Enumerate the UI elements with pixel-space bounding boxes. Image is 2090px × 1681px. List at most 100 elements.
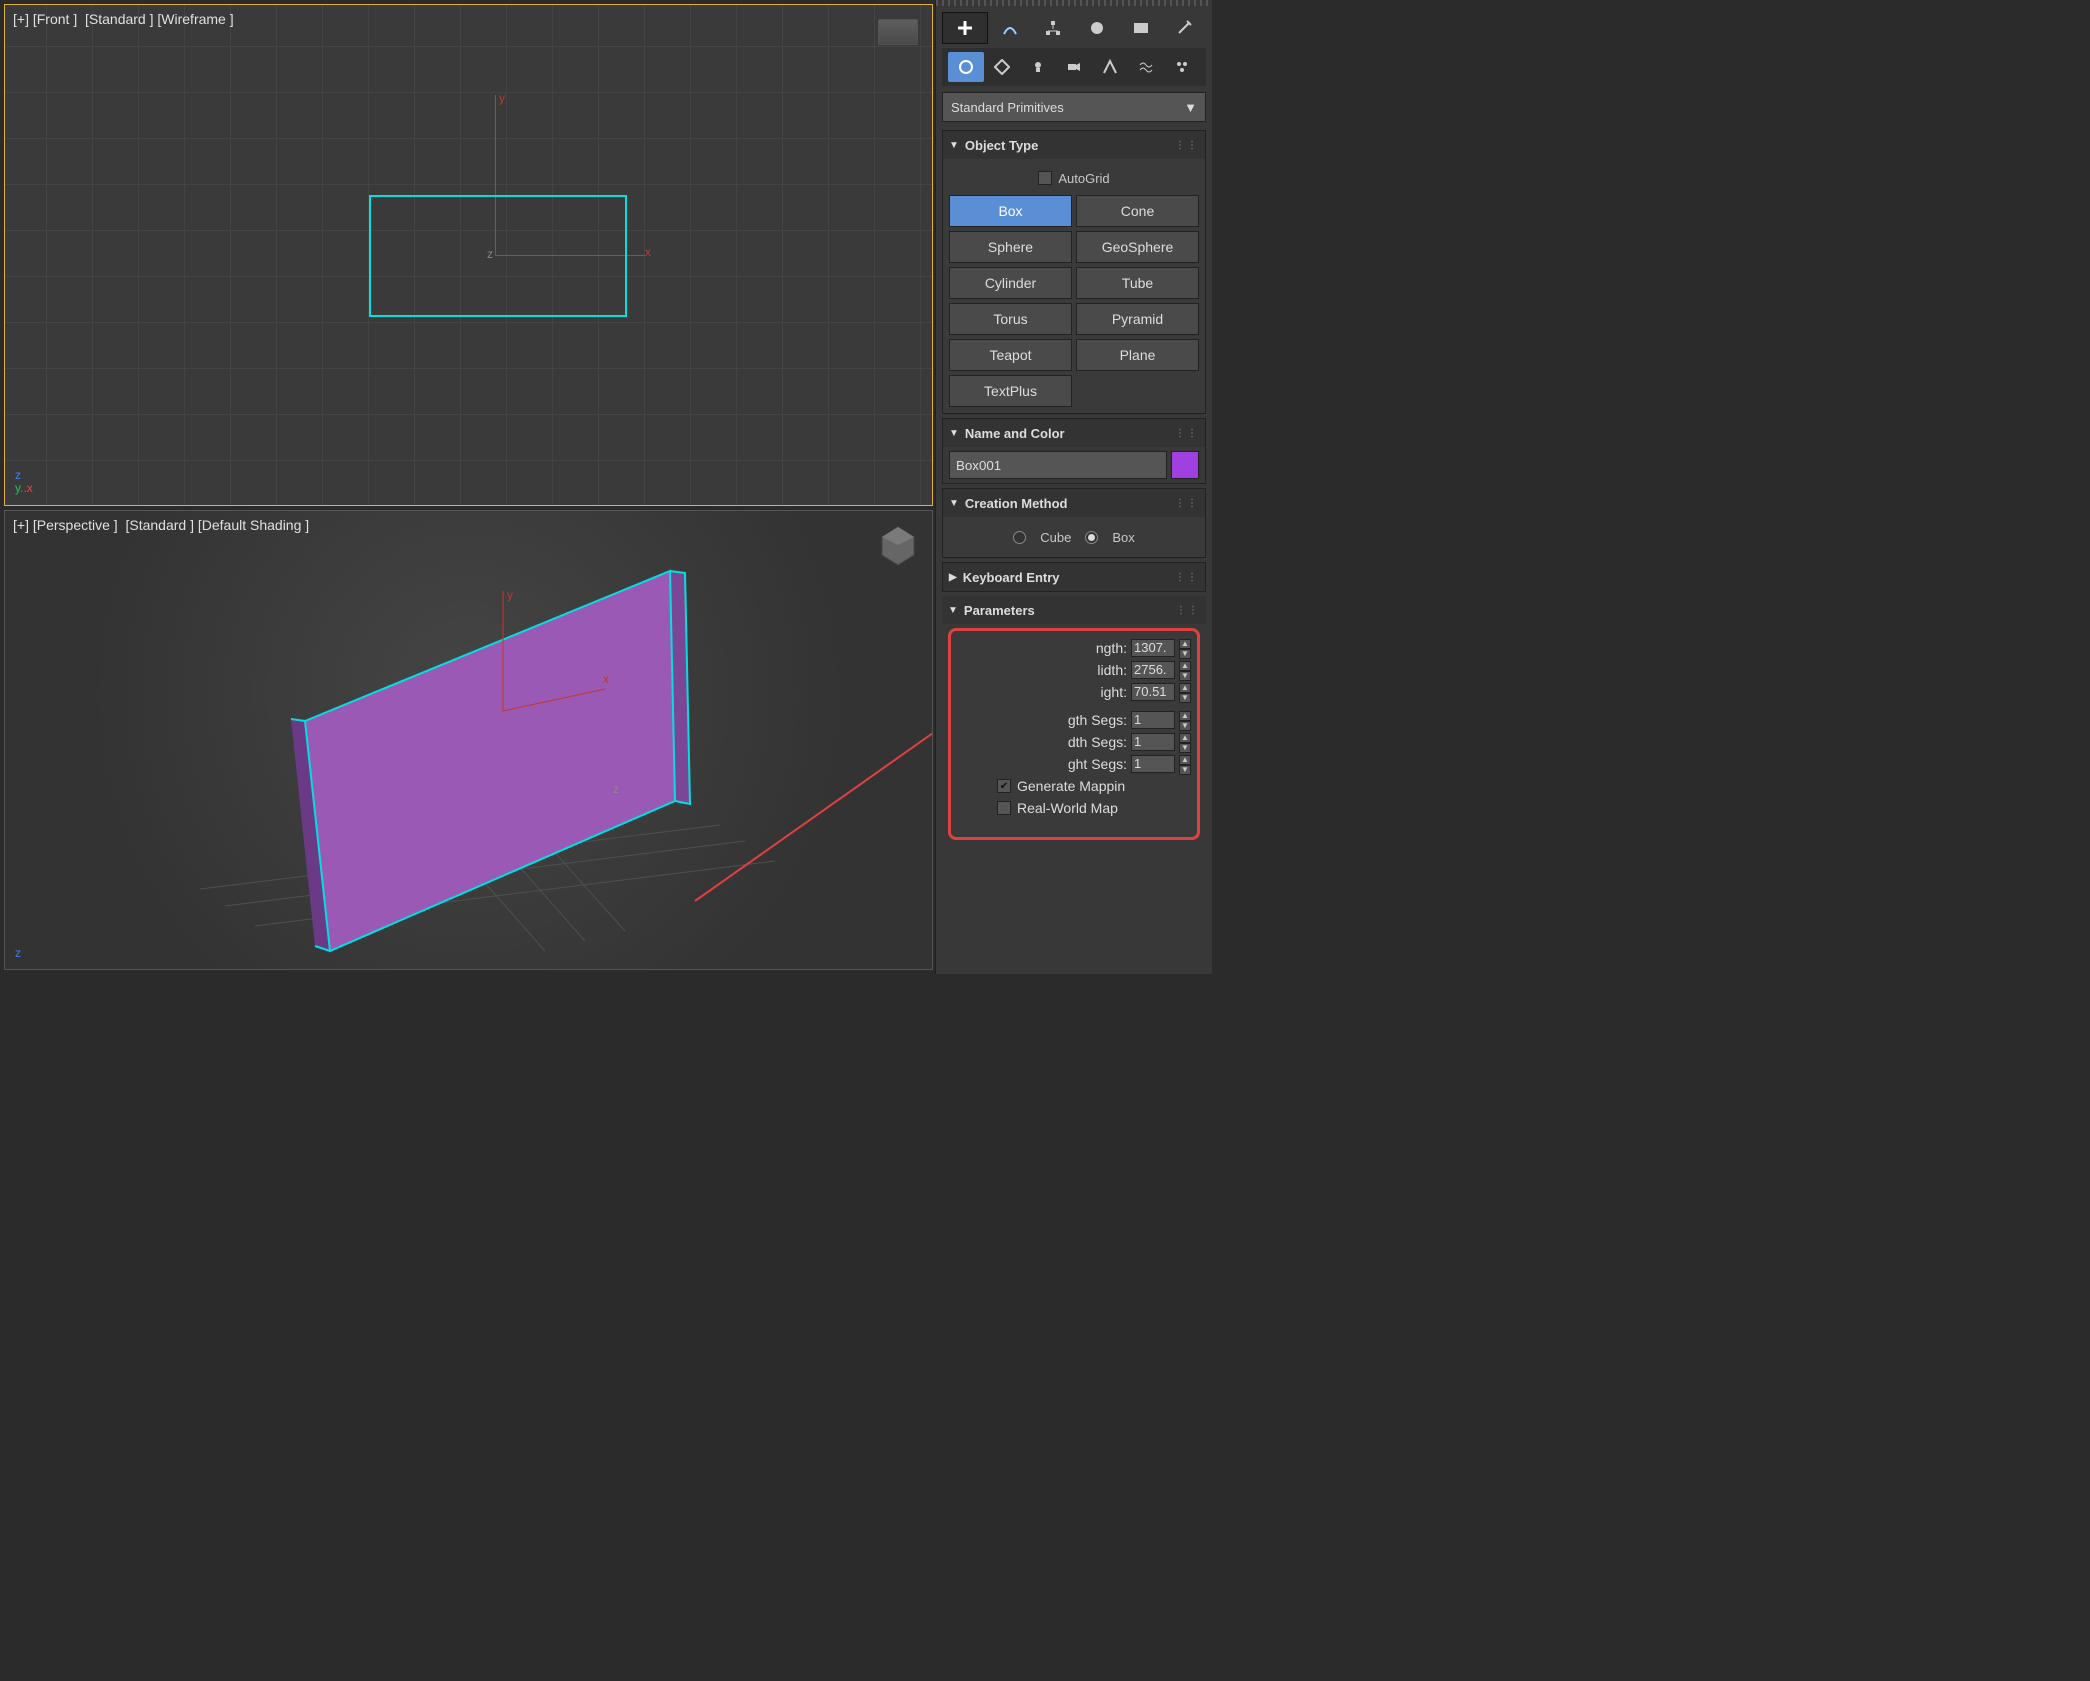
motion-tab[interactable] — [1075, 12, 1119, 44]
check-label: Generate Mappin — [1017, 778, 1125, 794]
rollout-parameters: ▼ Parameters ⋮⋮ ngth: 1307. ▲▼ lidth: 27… — [942, 596, 1206, 846]
chevron-down-icon: ▼ — [1184, 100, 1197, 115]
spinner[interactable]: ▲▼ — [1179, 661, 1191, 679]
object-type-pyramid[interactable]: Pyramid — [1076, 303, 1199, 335]
param-width: lidth: 2756. ▲▼ — [957, 659, 1191, 681]
object-type-cone[interactable]: Cone — [1076, 195, 1199, 227]
spinner[interactable]: ▲▼ — [1179, 711, 1191, 729]
vp-menu-plus[interactable]: [+] — [13, 11, 29, 27]
rollout-title: Creation Method — [965, 496, 1068, 511]
grip-icon[interactable]: ⋮⋮ — [1175, 140, 1199, 151]
display-tab[interactable] — [1119, 12, 1163, 44]
checkbox[interactable]: ✔ — [997, 779, 1011, 793]
collapse-icon: ▼ — [949, 428, 959, 439]
viewport-perspective[interactable]: [+] [Perspective ] [Standard ] [Default … — [4, 510, 933, 970]
shapes-tab[interactable] — [984, 52, 1020, 82]
rollout-header[interactable]: ▶ Keyboard Entry ⋮⋮ — [943, 563, 1205, 591]
param-wsegs-input[interactable]: 1 — [1131, 733, 1175, 751]
rollout-header[interactable]: ▼ Object Type ⋮⋮ — [943, 131, 1205, 159]
viewport-label[interactable]: [+] [Perspective ] [Standard ] [Default … — [13, 517, 309, 533]
object-type-tube[interactable]: Tube — [1076, 267, 1199, 299]
autogrid-label: AutoGrid — [1058, 171, 1109, 186]
object-name-input[interactable] — [949, 451, 1167, 479]
rollout-title: Parameters — [964, 603, 1035, 618]
vp-menu-view[interactable]: [Front ] — [33, 11, 77, 27]
grip-icon[interactable]: ⋮⋮ — [1175, 428, 1199, 439]
vp-menu-shading[interactable]: [Default Shading ] — [198, 517, 309, 533]
lights-tab[interactable] — [1020, 52, 1056, 82]
spinner[interactable]: ▲▼ — [1179, 733, 1191, 751]
rollout-header[interactable]: ▼ Creation Method ⋮⋮ — [943, 489, 1205, 517]
primitive-category-dropdown[interactable]: Standard Primitives ▼ — [942, 92, 1206, 122]
command-panel-tabs — [936, 6, 1212, 44]
rollout-title: Keyboard Entry — [963, 570, 1060, 585]
collapse-icon: ▼ — [949, 140, 959, 151]
object-type-plane[interactable]: Plane — [1076, 339, 1199, 371]
rollout-title: Name and Color — [965, 426, 1065, 441]
object-type-teapot[interactable]: Teapot — [949, 339, 1072, 371]
vp-menu-view[interactable]: [Perspective ] — [33, 517, 118, 533]
grip-icon[interactable]: ⋮⋮ — [1175, 498, 1199, 509]
grip-icon[interactable]: ⋮⋮ — [1176, 605, 1200, 616]
param-lsegs-input[interactable]: 1 — [1131, 711, 1175, 729]
corner-gizmo: z y..x — [15, 469, 33, 495]
modify-tab[interactable] — [988, 12, 1032, 44]
cameras-tab[interactable] — [1056, 52, 1092, 82]
systems-tab[interactable] — [1164, 52, 1200, 82]
object-type-box[interactable]: Box — [949, 195, 1072, 227]
axis-y-label: y — [499, 91, 505, 105]
vp-menu-shading[interactable]: [Wireframe ] — [157, 11, 233, 27]
axis-x-label: x — [603, 672, 609, 686]
check-realworld-map: Real-World Map — [957, 797, 1191, 819]
checkbox[interactable] — [997, 801, 1011, 815]
box-mesh — [291, 571, 690, 951]
object-type-cylinder[interactable]: Cylinder — [949, 267, 1072, 299]
object-type-textplus[interactable]: TextPlus — [949, 375, 1072, 407]
autogrid-checkbox[interactable] — [1038, 171, 1052, 185]
param-height-segs: ght Segs: 1 ▲▼ — [957, 753, 1191, 775]
helpers-tab[interactable] — [1092, 52, 1128, 82]
collapse-icon: ▼ — [948, 605, 958, 616]
object-color-swatch[interactable] — [1171, 451, 1199, 479]
viewport-front[interactable]: [+] [Front ] [Standard ] [Wireframe ] y … — [4, 4, 933, 506]
create-tab[interactable] — [942, 12, 988, 44]
perspective-scene: y x z — [5, 511, 933, 970]
rollout-keyboard-entry: ▶ Keyboard Entry ⋮⋮ — [942, 562, 1206, 592]
utilities-tab[interactable] — [1162, 12, 1206, 44]
spinner[interactable]: ▲▼ — [1179, 755, 1191, 773]
viewport-area: [+] [Front ] [Standard ] [Wireframe ] y … — [0, 0, 935, 974]
param-length-input[interactable]: 1307. — [1131, 639, 1175, 657]
viewport-label[interactable]: [+] [Front ] [Standard ] [Wireframe ] — [13, 11, 234, 27]
check-label: Real-World Map — [1017, 800, 1118, 816]
rollout-creation-method: ▼ Creation Method ⋮⋮ Cube Box — [942, 488, 1206, 558]
radio-cube[interactable] — [1013, 531, 1026, 544]
param-hsegs-input[interactable]: 1 — [1131, 755, 1175, 773]
param-height-input[interactable]: 70.51 — [1131, 683, 1175, 701]
rollout-header[interactable]: ▼ Name and Color ⋮⋮ — [943, 419, 1205, 447]
object-type-sphere[interactable]: Sphere — [949, 231, 1072, 263]
geometry-tab[interactable] — [948, 52, 984, 82]
rollout-title: Object Type — [965, 138, 1038, 153]
gizmo-z: z — [15, 469, 33, 481]
radio-box[interactable] — [1085, 531, 1098, 544]
object-type-grid: Box Cone Sphere GeoSphere Cylinder Tube … — [949, 195, 1199, 407]
object-type-geosphere[interactable]: GeoSphere — [1076, 231, 1199, 263]
param-length-segs: gth Segs: 1 ▲▼ — [957, 709, 1191, 731]
vp-menu-standard[interactable]: [Standard ] — [85, 11, 154, 27]
viewcube-icon[interactable] — [878, 19, 918, 45]
object-type-torus[interactable]: Torus — [949, 303, 1072, 335]
wireframe-box[interactable] — [369, 195, 627, 317]
parameters-highlight-box: ngth: 1307. ▲▼ lidth: 2756. ▲▼ ight: 70.… — [948, 628, 1200, 840]
vp-menu-plus[interactable]: [+] — [13, 517, 29, 533]
collapse-icon: ▼ — [949, 498, 959, 509]
hierarchy-tab[interactable] — [1031, 12, 1075, 44]
param-width-input[interactable]: 2756. — [1131, 661, 1175, 679]
rollout-object-type: ▼ Object Type ⋮⋮ AutoGrid Box Cone Spher… — [942, 130, 1206, 414]
radio-box-label: Box — [1112, 530, 1134, 545]
spacewarps-tab[interactable] — [1128, 52, 1164, 82]
rollout-header[interactable]: ▼ Parameters ⋮⋮ — [942, 596, 1206, 624]
spinner[interactable]: ▲▼ — [1179, 639, 1191, 657]
grip-icon[interactable]: ⋮⋮ — [1175, 572, 1199, 583]
spinner[interactable]: ▲▼ — [1179, 683, 1191, 701]
vp-menu-standard[interactable]: [Standard ] — [125, 517, 194, 533]
